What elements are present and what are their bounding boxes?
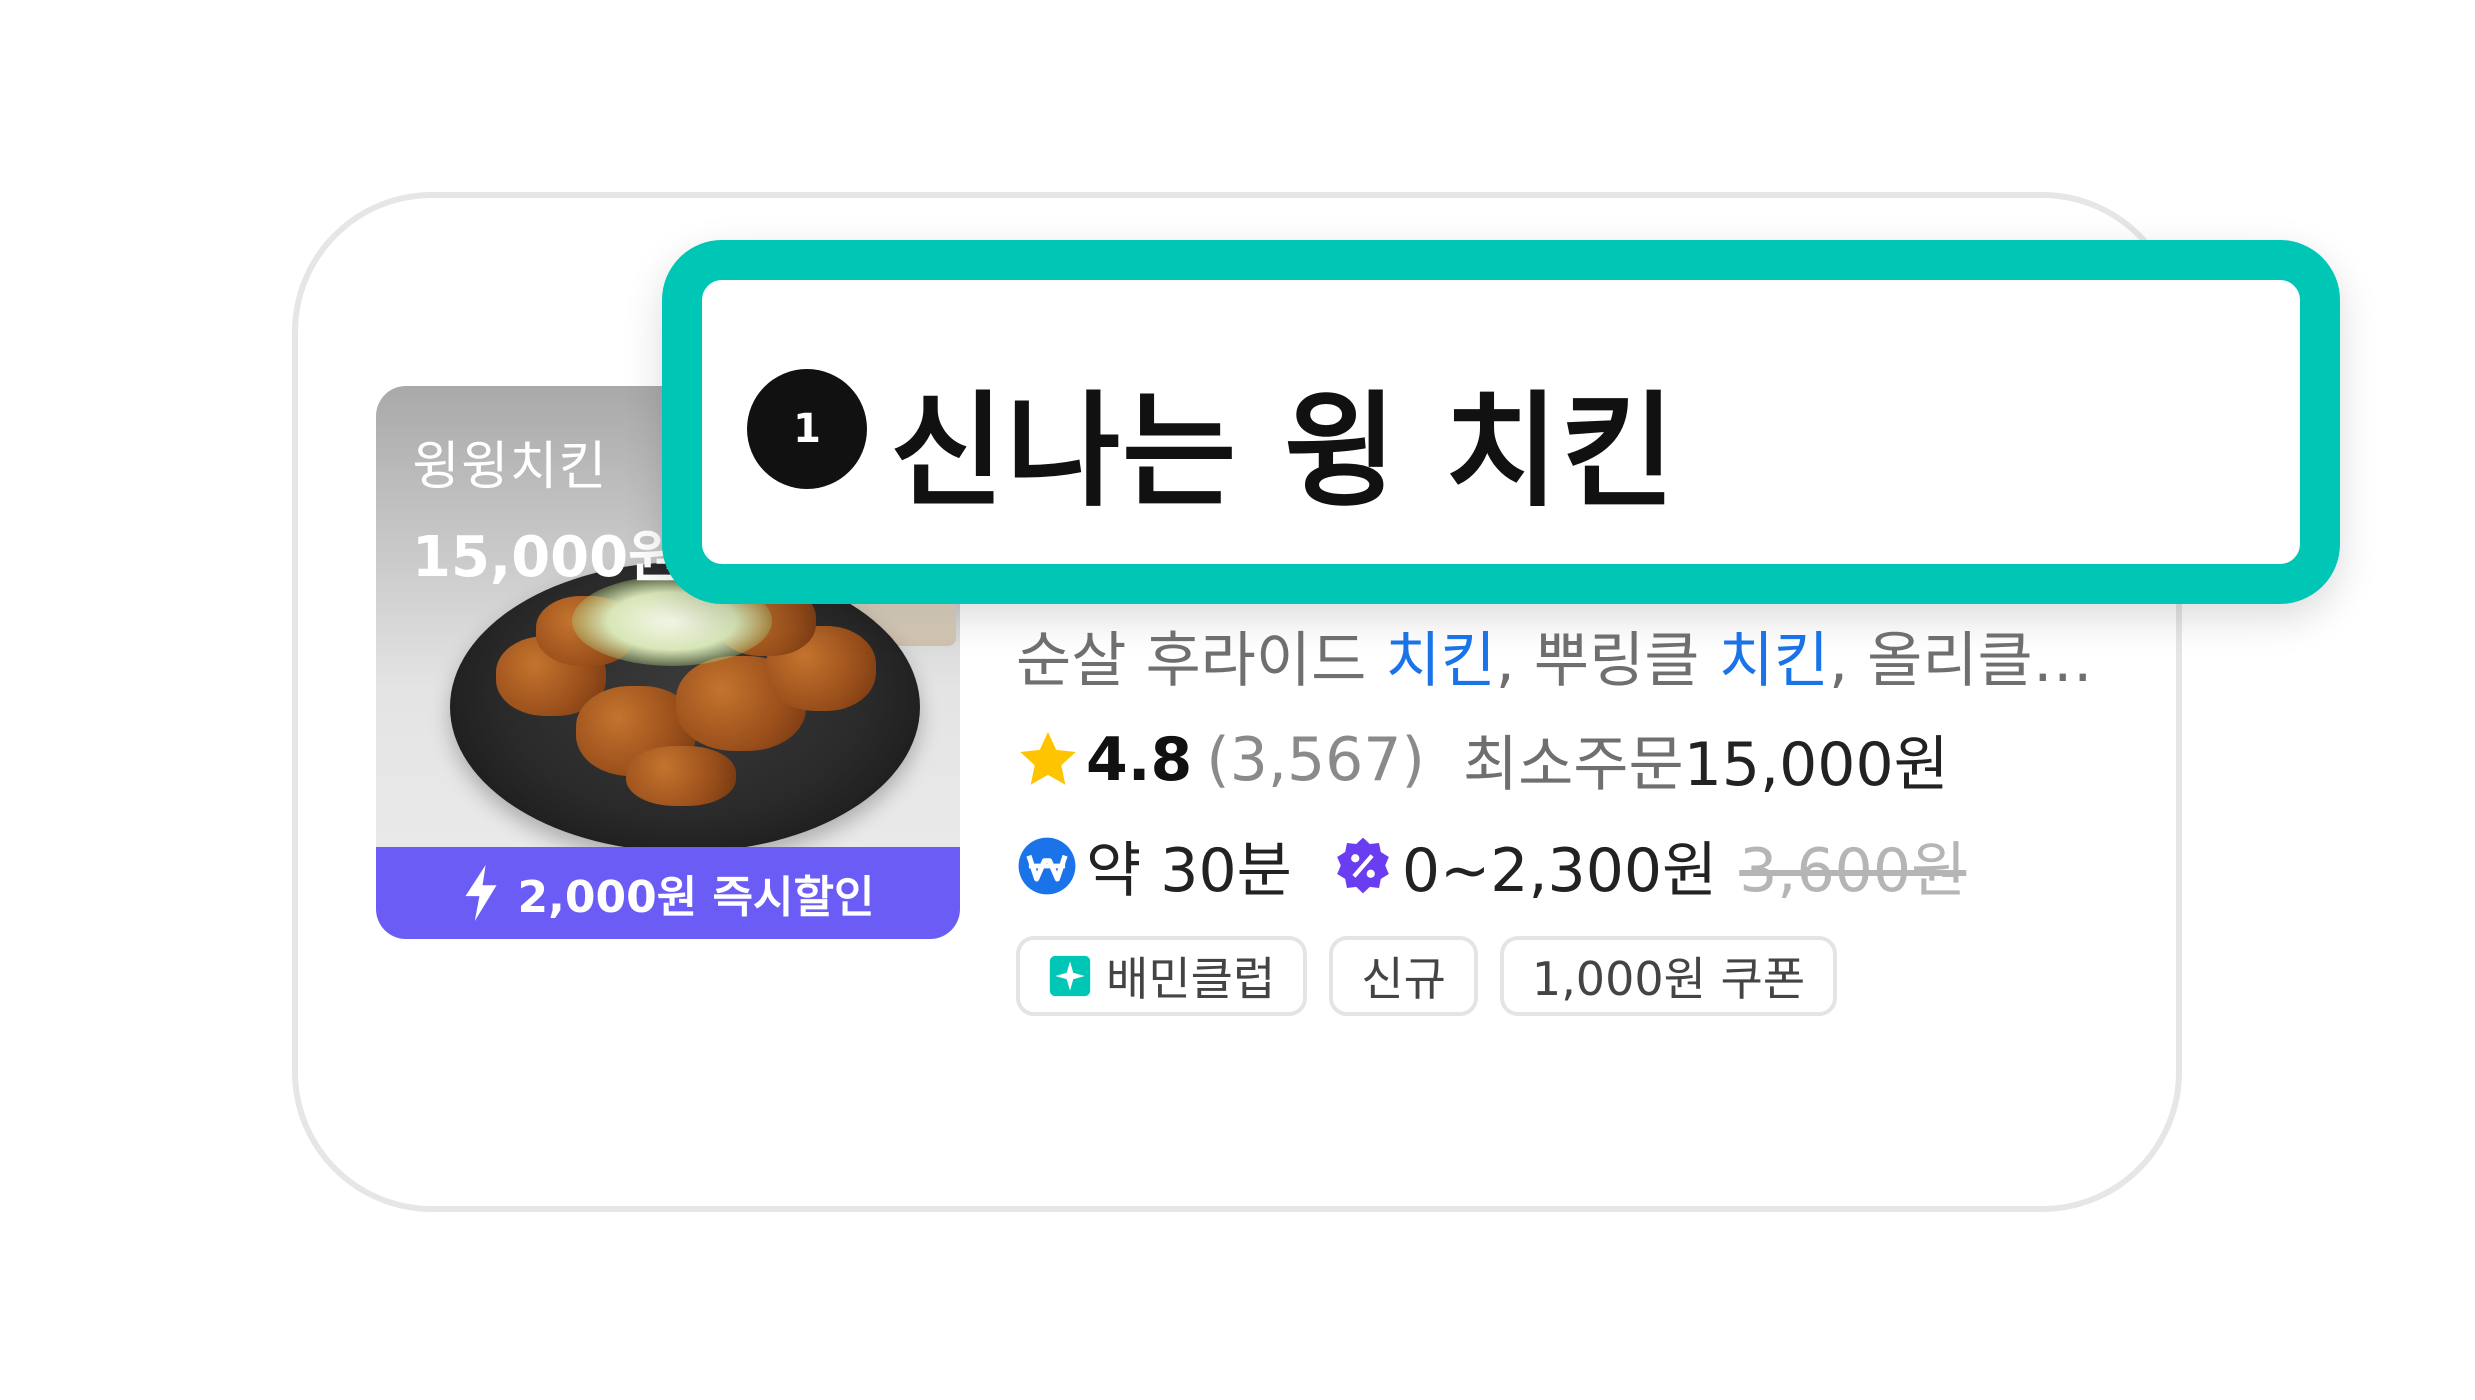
tag-baemin-club: 배민클럽 — [1016, 936, 1308, 1016]
tag-label: 1,000원 쿠폰 — [1531, 952, 1806, 1006]
rating-score: 4.8 — [1086, 724, 1193, 795]
menu-text: 순살 후라이드 — [1016, 626, 1386, 696]
lightning-icon — [464, 865, 497, 921]
menu-text: , 올리클… — [1829, 626, 2093, 696]
tag-new: 신규 — [1329, 936, 1478, 1016]
thumbnail-menu-name: 윙윙치킨 — [412, 437, 608, 497]
tag-list: 배민클럽 신규 1,000원 쿠폰 — [1016, 936, 1838, 1016]
menu-keyword-highlight: 치킨 — [1718, 626, 1829, 696]
delivery-row: 약 30분 0~2,300원 3,600원 — [1016, 822, 1966, 909]
menu-summary: 순살 후라이드 치킨, 뿌링클 치킨, 올리클… — [1016, 612, 2093, 699]
tag-label: 신규 — [1361, 952, 1446, 1006]
baemin-club-icon — [1049, 955, 1091, 997]
menu-text: , 뿌링클 — [1495, 626, 1719, 696]
min-order-label: 최소주문 — [1462, 730, 1684, 800]
promo-label: 2,000원 즉시할인 — [517, 872, 875, 923]
review-count: (3,567) — [1206, 724, 1425, 795]
thumbnail-menu-price: 15,000원 — [412, 525, 680, 590]
delivery-won-icon — [1018, 837, 1076, 894]
menu-keyword-highlight: 치킨 — [1385, 626, 1496, 696]
instant-discount-banner: 2,000원 즉시할인 — [376, 847, 960, 939]
star-icon — [1020, 731, 1076, 785]
tag-label: 배민클럽 — [1106, 952, 1276, 1006]
original-delivery-fee: 3,600원 — [1739, 836, 1967, 906]
min-order-value: 15,000원 — [1683, 730, 1949, 800]
rating-row: 4.8 (3,567) 최소주문 15,000원 — [1016, 716, 1949, 803]
tag-coupon: 1,000원 쿠폰 — [1499, 936, 1838, 1016]
store-name[interactable]: 신나는 윙 치킨 — [890, 350, 1677, 530]
chicken-piece — [626, 746, 736, 806]
rank-badge: 1 — [747, 369, 867, 489]
delivery-time: 약 30분 — [1086, 836, 1292, 906]
discount-badge-icon — [1336, 837, 1389, 893]
delivery-fee: 0~2,300원 — [1401, 836, 1718, 906]
